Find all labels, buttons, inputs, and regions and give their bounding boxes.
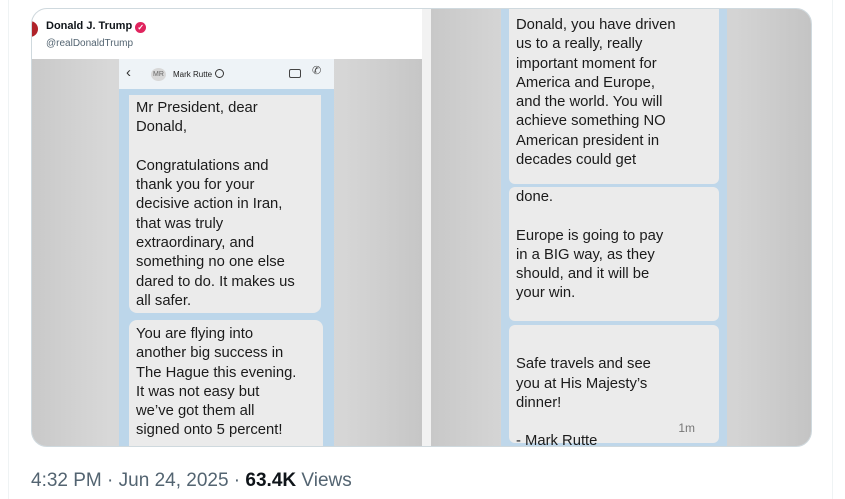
chat-header: ‹ MR Mark Rutte ✆ [119,59,334,89]
avatar [32,21,38,37]
timeline-border-right [832,0,833,499]
screenshot-right: Donald, you have driven us to a really, … [431,9,811,446]
video-call-icon [289,69,301,78]
message-timestamp: 1m [678,420,695,435]
chat-screenshot-right: Donald, you have driven us to a really, … [501,9,727,446]
post-metadata: 4:32 PM · Jun 24, 2025 · 63.4K Views [31,470,352,492]
embedded-handle: @realDonaldTrump [46,38,134,49]
separator: · [228,470,246,491]
message-text: Safe travels and see you at His Majesty’… [516,356,651,447]
message-bubble: Donald, you have driven us to a really, … [509,9,719,184]
contact-name: Mark Rutte [173,69,225,79]
message-bubble: done. Europe is going to pay in a BIG wa… [509,187,719,321]
verified-badge-icon: ✓ [135,22,147,33]
views-count: 63.4K [245,470,297,491]
embedded-post-header: Donald J. Trump ✓ @realDonaldTrump [32,9,422,59]
separator: · [101,470,119,491]
post-time[interactable]: 4:32 PM [31,470,102,491]
timeline-border-left [8,0,9,499]
phone-call-icon: ✆ [312,65,322,77]
message-bubble: You are flying into another big success … [129,320,323,446]
screenshot-left: Donald J. Trump ✓ @realDonaldTrump ‹ MR M… [32,9,422,446]
message-bubble: Mr President, dear Donald, Congratulatio… [129,95,321,313]
back-arrow-icon: ‹ [126,64,131,81]
chat-screenshot-left: ‹ MR Mark Rutte ✆ Mr President, dear Don… [119,59,334,446]
post-date[interactable]: Jun 24, 2025 [119,470,229,491]
embedded-display-name: Donald J. Trump ✓ [46,20,147,33]
message-bubble: Safe travels and see you at His Majesty’… [509,325,719,446]
contact-info-icon [215,69,225,78]
display-name-text: Donald J. Trump [46,20,133,32]
image-divider [422,9,431,446]
views-label: Views [301,470,352,491]
contact-name-text: Mark Rutte [173,70,213,79]
post-image[interactable]: Donald J. Trump ✓ @realDonaldTrump ‹ MR M… [31,8,812,447]
contact-avatar: MR [151,68,166,81]
